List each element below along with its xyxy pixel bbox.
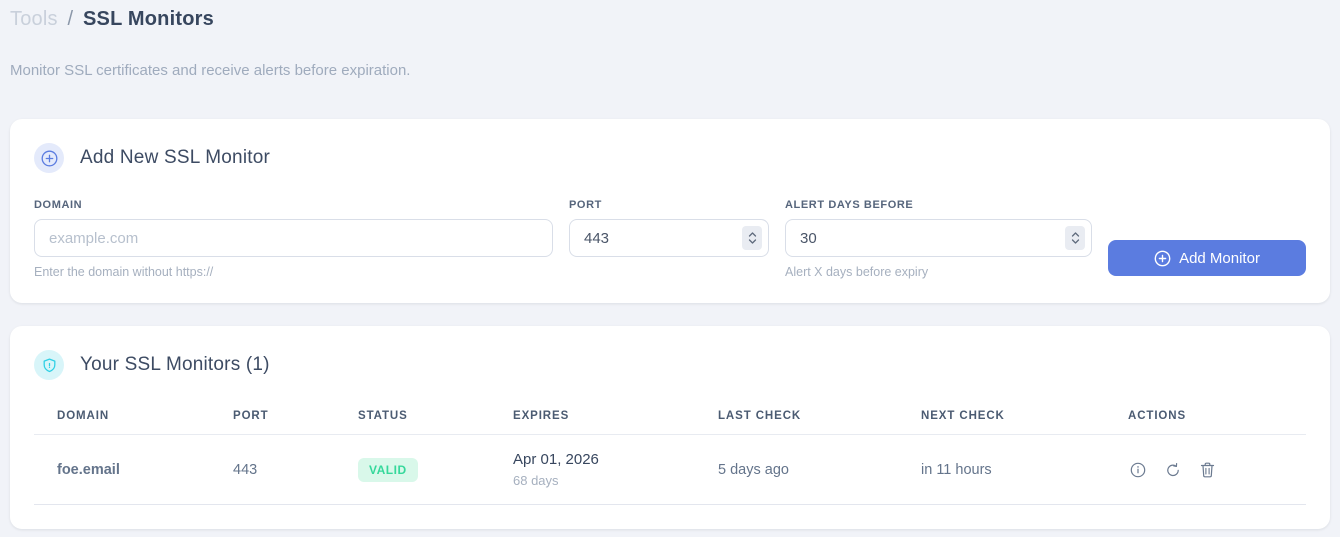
monitors-card-title: Your SSL Monitors (1) [80, 354, 270, 375]
row-actions [1128, 460, 1298, 480]
status-badge: VALID [358, 457, 418, 482]
submit-column: Add Monitor [1108, 199, 1306, 279]
alert-days-input[interactable] [785, 219, 1092, 257]
shield-icon [34, 350, 64, 380]
monitor-expires-cell: Apr 01, 2026 68 days [513, 434, 718, 505]
monitor-domain: foe.email [34, 434, 233, 505]
info-icon [1130, 462, 1146, 477]
plus-circle-icon [34, 143, 64, 173]
page-subtitle: Monitor SSL certificates and receive ale… [10, 62, 411, 79]
refresh-button[interactable] [1163, 460, 1183, 480]
monitors-table: DOMAIN PORT STATUS EXPIRES LAST CHECK NE… [34, 402, 1306, 505]
monitor-next-check: in 11 hours [921, 434, 1128, 505]
breadcrumb: Tools / SSL Monitors [10, 8, 1330, 31]
col-port: PORT [233, 402, 358, 435]
col-next-check: NEXT CHECK [921, 402, 1128, 435]
trash-icon [1200, 462, 1215, 477]
domain-field-group: DOMAIN Enter the domain without https:// [34, 199, 553, 279]
monitors-list-card: Your SSL Monitors (1) DOMAIN PORT STATUS… [10, 326, 1330, 529]
col-domain: DOMAIN [34, 402, 233, 435]
delete-button[interactable] [1198, 460, 1217, 480]
alert-days-helper-text: Alert X days before expiry [785, 265, 929, 279]
add-monitor-button-label: Add Monitor [1179, 249, 1260, 267]
plus-circle-icon [1154, 250, 1171, 266]
breadcrumb-tools-link[interactable]: Tools [10, 8, 58, 30]
monitors-card-header: Your SSL Monitors (1) [34, 350, 1306, 380]
add-card-header: Add New SSL Monitor [34, 143, 1306, 173]
domain-helper-text: Enter the domain without https:// [34, 265, 214, 279]
alert-days-field-group: ALERT DAYS BEFORE Alert X days before ex… [785, 199, 1092, 279]
page-title: SSL Monitors [83, 8, 214, 30]
breadcrumb-separator: / [67, 8, 74, 30]
port-label: PORT [569, 199, 602, 211]
col-last-check: LAST CHECK [718, 402, 921, 435]
col-actions: ACTIONS [1128, 402, 1306, 435]
table-header-row: DOMAIN PORT STATUS EXPIRES LAST CHECK NE… [34, 402, 1306, 435]
col-status: STATUS [358, 402, 513, 435]
monitor-last-check: 5 days ago [718, 434, 921, 505]
alert-days-label: ALERT DAYS BEFORE [785, 199, 914, 211]
add-monitor-card: Add New SSL Monitor DOMAIN Enter the dom… [10, 119, 1330, 303]
add-monitor-form: DOMAIN Enter the domain without https://… [34, 199, 1306, 279]
refresh-icon [1167, 462, 1179, 476]
table-row: foe.email 443 VALID Apr 01, 2026 68 days… [34, 434, 1306, 505]
domain-input[interactable] [34, 219, 553, 257]
ssl-monitors-page: Tools / SSL Monitors Monitor SSL certifi… [0, 0, 1340, 537]
add-monitor-button[interactable]: Add Monitor [1108, 240, 1306, 276]
domain-label: DOMAIN [34, 199, 83, 211]
port-input[interactable] [569, 219, 769, 257]
port-field-group: PORT [569, 199, 769, 279]
expires-date: Apr 01, 2026 [513, 451, 599, 468]
info-button[interactable] [1128, 460, 1148, 480]
port-spinner[interactable] [742, 226, 762, 250]
monitor-actions-cell [1128, 434, 1306, 505]
monitor-status-cell: VALID [358, 434, 513, 505]
expires-days-remaining: 68 days [513, 473, 559, 488]
col-expires: EXPIRES [513, 402, 718, 435]
monitor-port: 443 [233, 434, 358, 505]
alert-days-spinner[interactable] [1065, 226, 1085, 250]
add-card-title: Add New SSL Monitor [80, 147, 271, 168]
